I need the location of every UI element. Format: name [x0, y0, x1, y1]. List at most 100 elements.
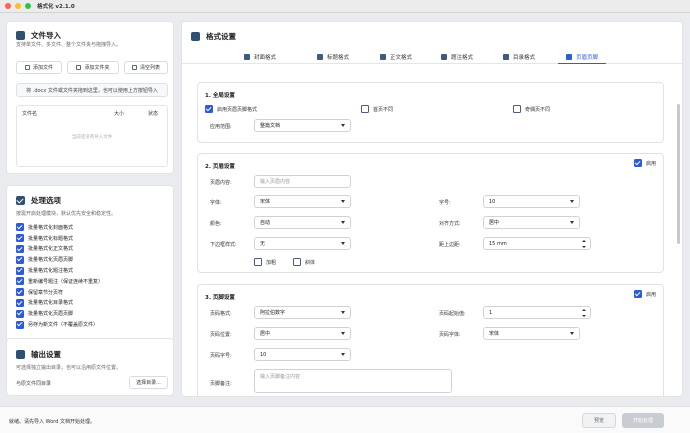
tab-toc[interactable]: 目录格式 [503, 50, 535, 64]
option-row[interactable]: 批量格式化目录格式 [16, 298, 103, 309]
start-processing-label: 开始处理 [632, 418, 653, 424]
col-filename[interactable]: 文件名 [22, 110, 37, 117]
option-checkbox[interactable] [16, 223, 24, 232]
option-row[interactable]: 批量格式化页眉页脚 [16, 308, 103, 319]
choose-directory-button[interactable]: 选择目录... [129, 376, 168, 389]
scope-value: 整篇文档 [260, 123, 281, 129]
odd-even-checkbox[interactable] [513, 105, 521, 113]
option-row[interactable]: 批量格式化封面格式 [16, 222, 103, 233]
footer-enable-checkbox[interactable] [634, 290, 642, 298]
footer-size-label: 页码字号: [210, 353, 232, 359]
caption-icon [441, 54, 447, 60]
tab-heading[interactable]: 标题格式 [317, 50, 349, 64]
col-size[interactable]: 大小 [114, 110, 124, 117]
global-title: 1. 全局设置 [205, 93, 235, 99]
footer-size-select[interactable]: 10 [254, 348, 351, 361]
option-label: 另存为新文件（不覆盖原文件） [28, 322, 99, 329]
footer-format-value: 阿拉伯数字 [260, 310, 286, 316]
footer-note-textarea[interactable]: 输入页脚备注内容 [254, 369, 452, 393]
option-checkbox[interactable] [16, 234, 24, 243]
option-row[interactable]: 批量格式化标题格式 [16, 233, 103, 244]
clear-list-button[interactable]: 清空列表 [124, 61, 168, 74]
drop-zone[interactable]: 将 .docx 文件或文件夹拖到这里，也可以使用上方按钮导入 [16, 83, 168, 97]
footer-pos-select[interactable]: 居中 [254, 327, 351, 340]
add-folder-label: 添加文件夹 [84, 65, 110, 71]
option-checkbox[interactable] [16, 298, 24, 307]
header-italic-checkbox[interactable] [293, 258, 301, 266]
header-border-label: 下边框样式: [210, 242, 237, 248]
footer-enable[interactable]: 启用 [634, 290, 656, 298]
tab-caption[interactable]: 题注格式 [441, 50, 473, 64]
scope-select[interactable]: 整篇文档 [254, 119, 351, 132]
options-list: 批量格式化封面格式 批量格式化标题格式 批量格式化正文格式 批量格式化页眉页脚 … [16, 222, 103, 330]
first-page-different[interactable]: 首页不同 [361, 105, 393, 113]
option-row[interactable]: 批量格式化题注格式 [16, 265, 103, 276]
header-enable-checkbox[interactable] [634, 159, 642, 167]
option-row[interactable]: 另存为新文件（不覆盖原文件） [16, 319, 103, 330]
option-checkbox[interactable] [16, 309, 24, 318]
option-row[interactable]: 保留章节分页符 [16, 287, 103, 298]
header-border-select[interactable]: 无 [254, 237, 351, 250]
enable-header-footer-checkbox[interactable] [205, 105, 213, 113]
settings-scrollbar[interactable] [677, 104, 680, 244]
option-row[interactable]: 批量格式化正文格式 [16, 244, 103, 255]
header-align-select[interactable]: 居中 [483, 216, 580, 229]
add-file-button[interactable]: 添加文件 [16, 61, 62, 74]
option-label: 重新编号题注（保证连续不重复） [28, 278, 104, 285]
footer-start-spinbox[interactable]: 1 [483, 306, 591, 319]
option-checkbox[interactable] [16, 277, 24, 286]
option-checkbox[interactable] [16, 255, 24, 264]
header-content-input[interactable]: 输入页眉内容 [254, 175, 351, 188]
footer-font-select[interactable]: 宋体 [483, 327, 580, 340]
preview-button[interactable]: 预览 [582, 413, 616, 428]
output-title: 输出设置 [31, 350, 61, 359]
option-row[interactable]: 重新编号题注（保证连续不重复） [16, 276, 103, 287]
option-checkbox[interactable] [16, 288, 24, 297]
header-size-value: 10 [489, 198, 496, 205]
close-window-button[interactable] [5, 3, 11, 9]
odd-even-different[interactable]: 奇偶页不同 [513, 105, 550, 113]
footer-format-select[interactable]: 阿拉伯数字 [254, 306, 351, 319]
first-page-checkbox[interactable] [361, 105, 369, 113]
cover-icon [244, 54, 250, 60]
header-bold-label: 加粗 [266, 259, 277, 266]
header-size-select[interactable]: 10 [483, 195, 580, 208]
col-status[interactable]: 状态 [148, 110, 158, 117]
header-italic[interactable]: 斜体 [293, 258, 315, 266]
tab-header-footer[interactable]: 页眉页脚 [558, 50, 606, 64]
header-top-spinbox[interactable]: 15 mm [483, 237, 591, 250]
footer-note-placeholder: 输入页脚备注内容 [260, 374, 301, 380]
tab-cover[interactable]: 封面格式 [244, 50, 276, 64]
spinner-arrows-icon[interactable] [582, 240, 587, 248]
minimize-window-button[interactable] [15, 3, 21, 9]
header-color-select[interactable]: 自动 [254, 216, 351, 229]
option-checkbox[interactable] [16, 320, 24, 329]
header-font-select[interactable]: 宋体 [254, 195, 351, 208]
option-label: 保留章节分页符 [28, 289, 64, 296]
footer-font-label: 页码字体: [439, 332, 461, 338]
options-title-row: 处理选项 [16, 195, 61, 206]
header-bold[interactable]: 加粗 [254, 258, 276, 266]
option-label: 批量格式化题注格式 [28, 268, 74, 275]
file-icon [16, 31, 25, 40]
add-folder-button[interactable]: 添加文件夹 [67, 61, 119, 74]
spinner-arrows-icon[interactable] [582, 309, 587, 317]
enable-header-footer[interactable]: 启用页眉页脚格式 [205, 105, 257, 113]
option-label: 批量格式化正文格式 [28, 246, 74, 253]
option-checkbox[interactable] [16, 266, 24, 275]
header-title: 2. 页眉设置 [205, 164, 235, 170]
tab-body[interactable]: 正文格式 [380, 50, 412, 64]
maximize-window-button[interactable] [25, 3, 31, 9]
header-enable[interactable]: 启用 [634, 159, 656, 167]
header-top-value: 15 mm [489, 240, 507, 247]
header-bold-checkbox[interactable] [254, 258, 262, 266]
choose-directory-label: 选择目录... [136, 380, 161, 386]
option-label: 批量格式化页眉页脚 [28, 311, 74, 318]
start-processing-button[interactable]: 开始处理 [622, 413, 664, 428]
option-label: 批量格式化目录格式 [28, 300, 74, 307]
header-color-label: 颜色: [210, 221, 222, 227]
option-row[interactable]: 批量格式化页眉页脚 [16, 254, 103, 265]
tab-label: 目录格式 [513, 55, 536, 61]
option-checkbox[interactable] [16, 244, 24, 253]
settings-scroll-area[interactable]: 1. 全局设置 启用页眉页脚格式 首页不同 奇偶页不同 应用范围: 整篇文档 2… [193, 74, 680, 396]
